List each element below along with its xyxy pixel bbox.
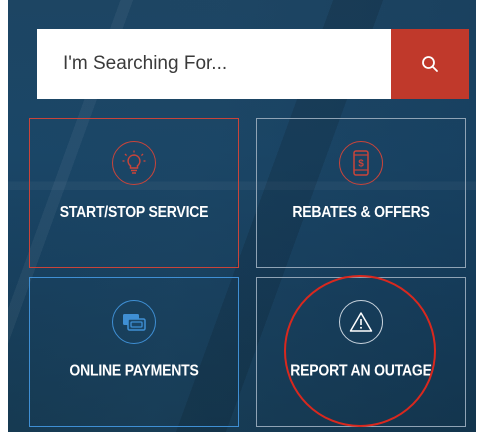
tile-rebates-offers[interactable]: $ REBATES & OFFERS [256,118,466,268]
tile-online-payments[interactable]: ONLINE PAYMENTS [29,277,239,427]
svg-text:$: $ [358,159,364,170]
search-bar[interactable]: I'm Searching For... [37,29,469,99]
search-button[interactable] [391,29,469,99]
tile-label: REPORT AN OUTAGE [290,360,432,380]
lightbulb-icon [112,141,156,185]
mobile-dollar-icon: $ [339,141,383,185]
warning-icon [339,300,383,344]
search-icon [422,56,438,72]
tile-label: START/STOP SERVICE [59,201,209,221]
tile-start-stop-service[interactable]: START/STOP SERVICE [29,118,239,268]
tile-label: ONLINE PAYMENTS [69,360,199,380]
tile-report-outage[interactable]: REPORT AN OUTAGE [256,277,466,427]
payment-card-icon [112,300,156,344]
tile-label: REBATES & OFFERS [292,201,430,221]
search-input[interactable]: I'm Searching For... [37,53,391,75]
